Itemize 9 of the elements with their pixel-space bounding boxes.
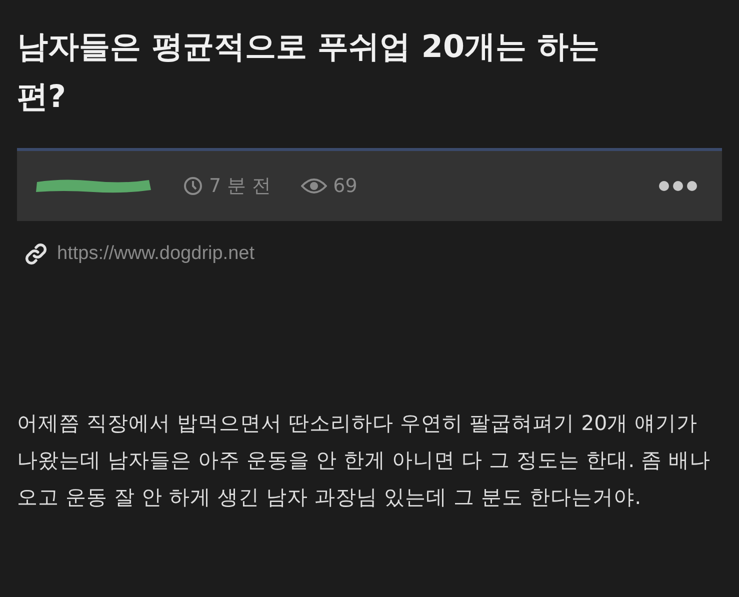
source-link[interactable]: https://www.dogdrip.net (57, 243, 254, 265)
eye-icon (301, 177, 328, 195)
post-time: 7 분 전 (209, 174, 272, 199)
more-icon[interactable] (658, 180, 698, 192)
view-count: 69 (333, 175, 358, 197)
post-body: 어제쯤 직장에서 밥먹으면서 딴소리하다 우연히 팔굽혀펴기 20개 얘기가 나왔는데 남자들은 아주 운동을 안 한게 아니면 다 그 정도는 한대. 좀 배나오고 운동 잘 안 하게 생긴 남자 과장님 있는데 그 분도 한다는거야. (17, 410, 712, 511)
post-title: 남자들은 평균적으로 푸쉬업 20개는 하는 편? (17, 28, 600, 117)
clock-icon (183, 176, 203, 196)
link-icon (25, 243, 47, 265)
